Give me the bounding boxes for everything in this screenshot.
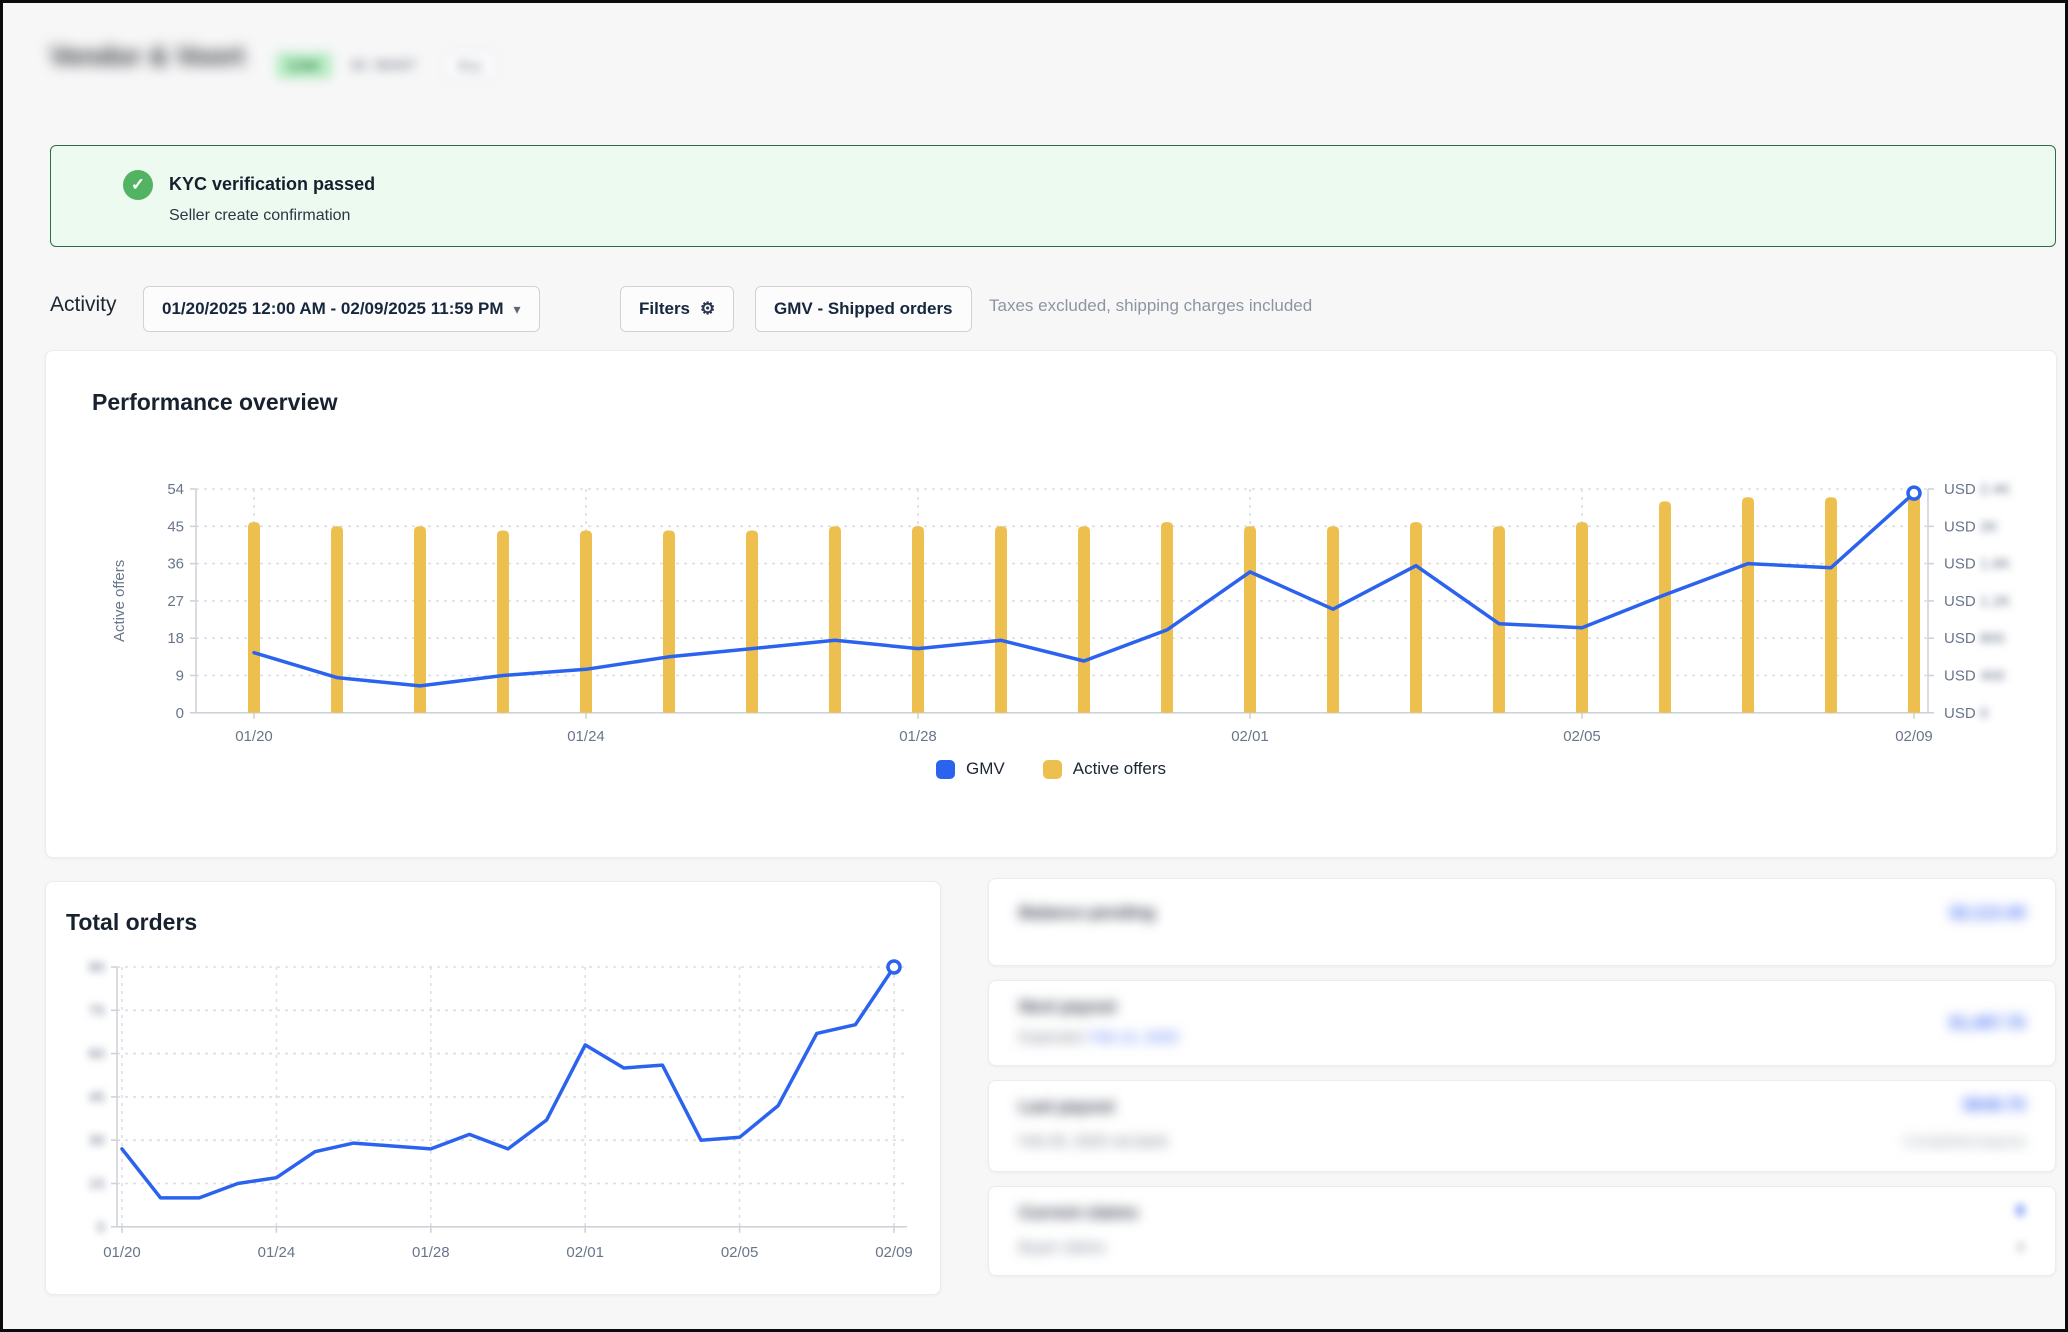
summary-label: Next payout xyxy=(1019,997,1116,1017)
svg-text:36: 36 xyxy=(167,556,184,573)
filters-button[interactable]: Filters ⚙ xyxy=(620,286,734,332)
svg-text:01/28: 01/28 xyxy=(412,1244,450,1261)
kyc-banner-subtitle: Seller create confirmation xyxy=(169,207,350,225)
svg-text:02/01: 02/01 xyxy=(1231,728,1269,745)
svg-text:18: 18 xyxy=(167,630,184,647)
summary-value-link[interactable]: 0 xyxy=(2016,1201,2025,1221)
svg-text:90: 90 xyxy=(88,959,105,976)
svg-text:45: 45 xyxy=(88,1089,105,1106)
seller-dashboard-screen: Vendor & Voort Live ID: 58497 Buy ✓ KYC … xyxy=(0,0,2068,1332)
kyc-banner-title: KYC verification passed xyxy=(169,174,375,195)
legend-label-active-offers: Active offers xyxy=(1073,759,1166,779)
summary-card-last-payout: Last payout Feb 05, 2025 via bank $648.7… xyxy=(988,1080,2056,1172)
date-range-value: 01/20/2025 12:00 AM - 02/09/2025 11:59 P… xyxy=(162,299,504,319)
summary-sublabel: Buyer claims xyxy=(1019,1239,1105,1256)
svg-text:30: 30 xyxy=(88,1132,105,1149)
svg-text:02/01: 02/01 xyxy=(566,1244,604,1261)
metric-selector-button[interactable]: GMV - Shipped orders xyxy=(755,286,972,332)
summary-sublabel: Feb 05, 2025 via bank xyxy=(1019,1133,1167,1150)
total-orders-title: Total orders xyxy=(66,909,197,936)
page-title: Vendor & Voort xyxy=(50,41,245,72)
svg-text:02/05: 02/05 xyxy=(721,1244,759,1261)
svg-text:02/09: 02/09 xyxy=(875,1244,913,1261)
activity-label: Activity xyxy=(50,293,117,317)
total-orders-card: Total orders 90 75 60 45 30 15 0 01/20 01/24 01/2… xyxy=(45,881,941,1295)
summary-label: Last payout xyxy=(1019,1097,1114,1117)
kyc-banner: ✓ KYC verification passed Seller create … xyxy=(50,145,2056,247)
svg-text:USD 2K: USD 2K xyxy=(1944,518,1998,535)
svg-text:27: 27 xyxy=(167,593,184,610)
summary-subvalue: Completed payout xyxy=(1903,1133,2025,1150)
performance-chart-svg: 54 USD 2.4K 45 USD 2K 36 USD 1.6K 27 USD 1.2K 18… xyxy=(106,444,2066,756)
summary-card-next-payout: Next payout Expected: Feb 12, 2025 $1,48… xyxy=(988,980,2056,1066)
summary-value-link[interactable]: $1,487.76 xyxy=(1949,1013,2025,1033)
svg-text:75: 75 xyxy=(88,1002,105,1019)
chart-legend: GMV Active offers xyxy=(46,759,2056,779)
summary-value-link[interactable]: $2,113.49 xyxy=(1950,903,2025,923)
svg-text:9: 9 xyxy=(176,668,184,685)
svg-text:USD 0: USD 0 xyxy=(1944,705,1988,722)
svg-text:0: 0 xyxy=(97,1219,105,1236)
filters-label: Filters xyxy=(639,299,690,319)
svg-text:USD 2.4K: USD 2.4K xyxy=(1944,481,2011,498)
gear-icon: ⚙ xyxy=(700,299,715,319)
svg-text:01/20: 01/20 xyxy=(235,728,273,745)
summary-value-link[interactable]: $648.79 xyxy=(1964,1095,2025,1115)
summary-label: Balance pending xyxy=(1019,903,1155,923)
svg-text:15: 15 xyxy=(88,1176,105,1193)
svg-text:02/05: 02/05 xyxy=(1563,728,1601,745)
vendor-id-text: ID: 58497 xyxy=(351,57,416,74)
svg-text:USD 800: USD 800 xyxy=(1944,630,2005,647)
summary-card-claims: Current claims Buyer claims 0 0 xyxy=(988,1186,2056,1276)
gmv-swatch-icon xyxy=(936,760,955,779)
svg-text:01/24: 01/24 xyxy=(567,728,605,745)
total-orders-chart-svg: 90 75 60 45 30 15 0 01/20 01/24 01/28 02/01 02/05 02… xyxy=(62,939,926,1287)
summary-sublabel-link[interactable]: Feb 12, 2025 xyxy=(1090,1029,1178,1046)
performance-overview-title: Performance overview xyxy=(92,389,337,416)
svg-text:Active offers: Active offers xyxy=(111,560,128,642)
summary-label: Current claims xyxy=(1019,1203,1138,1223)
svg-text:01/20: 01/20 xyxy=(103,1244,141,1261)
summary-sublabel: Expected: Feb 12, 2025 xyxy=(1019,1029,1178,1046)
performance-overview-card: Performance overview 54 USD 2.4K 45 USD 2K 3… xyxy=(45,350,2057,858)
tax-note: Taxes excluded, shipping charges include… xyxy=(989,296,1312,316)
legend-item-active-offers[interactable]: Active offers xyxy=(1043,759,1166,779)
svg-text:45: 45 xyxy=(167,518,184,535)
svg-text:54: 54 xyxy=(167,481,184,498)
check-circle-icon: ✓ xyxy=(123,170,153,200)
svg-text:01/28: 01/28 xyxy=(899,728,937,745)
legend-item-gmv[interactable]: GMV xyxy=(936,759,1005,779)
summary-card-balance: Balance pending $2,113.49 xyxy=(988,878,2056,966)
svg-text:01/24: 01/24 xyxy=(258,1244,296,1261)
status-badge: Live xyxy=(276,52,332,79)
active-offers-swatch-icon xyxy=(1043,760,1062,779)
summary-subvalue: 0 xyxy=(2017,1239,2025,1256)
svg-text:USD 1.6K: USD 1.6K xyxy=(1944,556,2011,573)
metric-selector-label: GMV - Shipped orders xyxy=(774,299,953,319)
chevron-down-icon: ▾ xyxy=(514,301,521,318)
svg-text:USD 1.2K: USD 1.2K xyxy=(1944,593,2011,610)
date-range-button[interactable]: 01/20/2025 12:00 AM - 02/09/2025 11:59 P… xyxy=(143,286,540,332)
svg-text:60: 60 xyxy=(88,1046,105,1063)
svg-text:02/09: 02/09 xyxy=(1895,728,1933,745)
secondary-badge: Buy xyxy=(445,52,495,78)
svg-text:0: 0 xyxy=(176,705,184,722)
svg-text:USD 400: USD 400 xyxy=(1944,668,2005,685)
legend-label-gmv: GMV xyxy=(966,759,1005,779)
